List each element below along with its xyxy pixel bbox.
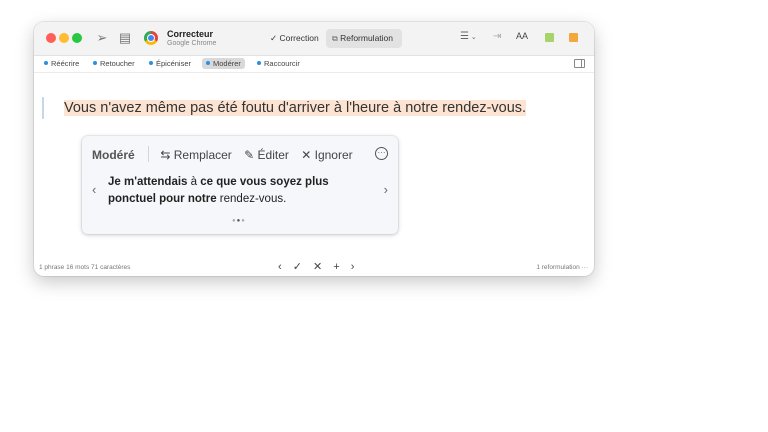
mode-dot-icon	[206, 61, 210, 65]
replace-label: Remplacer	[173, 148, 232, 162]
mode-retoucher[interactable]: Retoucher	[89, 58, 139, 69]
app-subtitle: Google Chrome	[167, 40, 217, 47]
minimize-window-button[interactable]	[59, 33, 69, 43]
text-size-button[interactable]: AA	[516, 31, 528, 41]
more-options-icon[interactable]: ···	[375, 147, 388, 160]
send-icon[interactable]: ➢	[95, 31, 109, 45]
app-window: ➢ ▤ Correcteur Google Chrome ✓ Correctio…	[34, 22, 594, 276]
highlighted-text[interactable]: Vous n'avez même pas été foutu d'arriver…	[64, 100, 527, 116]
settings-sliders-icon[interactable]: ☰ ⌄	[460, 31, 477, 42]
previous-suggestion-button[interactable]: ‹	[92, 182, 96, 197]
close-icon: ✕	[301, 148, 315, 162]
mode-label: Réécrire	[51, 59, 80, 68]
mode-label: Épicéniser	[156, 59, 192, 68]
edit-label: Éditer	[257, 148, 289, 162]
mode-label: Raccourcir	[264, 59, 300, 68]
source-sentence[interactable]: Vous n'avez même pas été foutu d'arriver…	[64, 100, 527, 116]
tab-correction-label: ✓ Correction	[270, 33, 319, 43]
suggestion-plain-1: à	[187, 176, 201, 188]
title-bar: ➢ ▤ Correcteur Google Chrome ✓ Correctio…	[34, 22, 594, 56]
insert-icon[interactable]: ⇥	[493, 31, 501, 42]
divider	[148, 146, 150, 162]
mode-bar: Réécrire Retoucher Épicéniser Modérer Ra…	[34, 56, 594, 73]
status-reformulation-count: 1 reformulation ···	[536, 264, 588, 271]
mode-dot-icon	[257, 61, 261, 65]
previous-icon[interactable]: ‹	[278, 261, 282, 273]
ignore-label: Ignorer	[314, 148, 353, 162]
next-suggestion-button[interactable]: ›	[384, 182, 388, 197]
mode-label: Modérer	[213, 59, 241, 68]
tab-reformulation[interactable]: ⧉ Reformulation	[326, 29, 402, 48]
status-navigation: ‹ ✓ ✕ + ›	[274, 260, 358, 273]
tab-correction[interactable]: ✓ Correction	[264, 29, 326, 48]
chevron-right-icon: ›	[383, 182, 388, 197]
pagination-dot[interactable]: ●	[241, 218, 246, 224]
status-counts: 1 phrase 16 mots 71 caractères	[39, 264, 131, 271]
reformulation-icon: ⧉	[332, 34, 338, 43]
suggestion-label: Modéré	[92, 148, 135, 162]
mode-dot-icon	[44, 61, 48, 65]
suggestion-bold-1: Je m'attendais	[108, 176, 188, 188]
edit-button[interactable]: ✎ Éditer	[244, 148, 289, 162]
mode-dot-icon	[93, 61, 97, 65]
reject-icon[interactable]: ✕	[313, 261, 322, 273]
mode-epiceniser[interactable]: Épicéniser	[145, 58, 195, 69]
tab-reformulation-label: Reformulation	[340, 33, 394, 43]
replace-icon: ⇆	[160, 148, 174, 162]
mode-moderer[interactable]: Modérer	[202, 58, 245, 69]
green-book-icon[interactable]	[545, 33, 554, 42]
accept-icon[interactable]: ✓	[293, 261, 302, 273]
chrome-logo-icon	[144, 31, 158, 45]
text-size-label: AA	[516, 31, 529, 41]
orange-book-icon[interactable]	[569, 33, 578, 42]
replace-button[interactable]: ⇆ Remplacer	[160, 148, 231, 162]
suggestion-text: Je m'attendais à ce que vous soyez plus …	[108, 174, 358, 208]
ignore-button[interactable]: ✕ Ignorer	[301, 148, 352, 162]
close-window-button[interactable]	[46, 33, 56, 43]
mode-reecrire[interactable]: Réécrire	[40, 58, 83, 69]
mode-dot-icon	[149, 61, 153, 65]
pagination-dots: ●●●	[232, 218, 246, 224]
sidebar-toggle-icon[interactable]	[574, 59, 585, 68]
suggestion-plain-2: rendez-vous.	[216, 193, 287, 205]
chevron-left-icon: ‹	[92, 182, 97, 197]
add-icon[interactable]: +	[333, 261, 339, 273]
mode-raccourcir[interactable]: Raccourcir	[253, 58, 304, 69]
next-icon[interactable]: ›	[351, 261, 355, 273]
app-title: Correcteur	[167, 29, 214, 39]
suggestion-header: Modéré ⇆ Remplacer ✎ Éditer ✕ Ignorer	[92, 146, 362, 162]
pencil-icon: ✎	[244, 148, 258, 162]
text-caret	[42, 97, 44, 119]
zoom-window-button[interactable]	[72, 33, 82, 43]
clipboard-icon[interactable]: ▤	[118, 31, 132, 45]
mode-label: Retoucher	[100, 59, 135, 68]
suggestion-popover: Modéré ⇆ Remplacer ✎ Éditer ✕ Ignorer ··…	[82, 136, 398, 234]
status-bar: 1 phrase 16 mots 71 caractères ‹ ✓ ✕ + ›…	[34, 260, 594, 274]
